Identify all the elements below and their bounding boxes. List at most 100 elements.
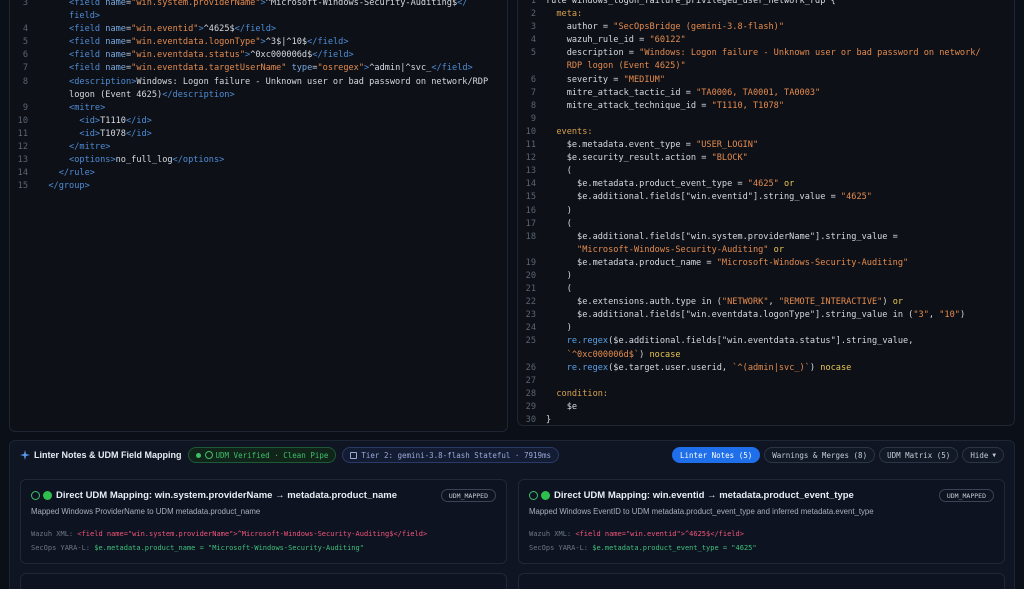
yaral-code-line: 9 bbox=[518, 113, 1014, 126]
yaral-code-line: 2 meta: bbox=[518, 8, 1014, 21]
card-title: Direct UDM Mapping: win.system.providerN… bbox=[31, 490, 397, 501]
linter-panel-title: Linter Notes & UDM Field Mapping bbox=[34, 450, 182, 460]
line-number bbox=[518, 60, 546, 73]
line-content: $e.extensions.auth.type in ("NETWORK", "… bbox=[577, 297, 904, 308]
line-content: $e.metadata.product_event_type = "4625" … bbox=[577, 179, 795, 190]
tier-badge: Tier 2: gemini-3.8-flash Stateful · 7919… bbox=[342, 447, 560, 463]
udm-mapped-tag: UDM_MAPPED bbox=[938, 489, 994, 502]
line-number: 4 bbox=[22, 24, 28, 35]
line-number: 11 bbox=[17, 128, 28, 139]
line-content: rule windows_logon_failure_privileged_us… bbox=[546, 0, 836, 6]
udm-mapped-tag: UDM_MAPPED bbox=[440, 489, 496, 502]
yaral-code-line: 15 $e.additional.fields["win.eventid"].s… bbox=[518, 191, 1014, 204]
line-content: re.regex($e.target.user.userid, `^(admin… bbox=[566, 362, 852, 373]
wazuh-xml-row: Wazuh XML: <field name="win.system.provi… bbox=[31, 530, 427, 538]
yaral-code-line: 28 condition: bbox=[518, 388, 1014, 401]
line-content: mitre_attack_technique_id = "T1110, T107… bbox=[566, 100, 785, 111]
mapping-card-peek bbox=[518, 573, 1005, 589]
line-number: 30 bbox=[525, 415, 536, 425]
line-content: </mitre> bbox=[69, 142, 111, 153]
line-content: mitre_attack_tactic_id = "TA0006, TA0001… bbox=[566, 87, 821, 98]
yaral-code-line: 16 ) bbox=[518, 205, 1014, 218]
line-number: 10 bbox=[17, 115, 28, 126]
line-number: 22 bbox=[525, 297, 536, 308]
line-number: 25 bbox=[525, 336, 536, 347]
line-content: <field name="win.system.providerName">^M… bbox=[69, 0, 468, 8]
line-content: </rule> bbox=[58, 168, 95, 179]
line-content: ( bbox=[566, 284, 572, 295]
hide-button[interactable]: Hide ▼ bbox=[962, 447, 1004, 463]
line-content: </group> bbox=[48, 181, 90, 192]
wazuh-code-line: 11 <id>T1078</id> bbox=[10, 128, 507, 141]
line-number: 6 bbox=[530, 74, 536, 85]
yaral-code-line: 22 $e.extensions.auth.type in ("NETWORK"… bbox=[518, 296, 1014, 309]
wazuh-xml-editor[interactable]: 3 <field name="win.system.providerName">… bbox=[9, 0, 508, 432]
line-content: ) bbox=[566, 205, 572, 216]
check-circle-icon bbox=[204, 451, 213, 459]
secops-value: $e.metadata.product_event_type = "4625" bbox=[592, 544, 757, 552]
tab-udm-matrix[interactable]: UDM Matrix (5) bbox=[879, 447, 959, 463]
line-content: `^0xc000006d$`) nocase bbox=[566, 349, 681, 360]
line-content: condition: bbox=[556, 388, 609, 399]
line-content: <field name="win.eventdata.status">^0xc0… bbox=[69, 50, 354, 61]
line-content: description = "Windows: Logon failure - … bbox=[566, 48, 981, 59]
line-content: ( bbox=[566, 166, 572, 177]
line-content: meta: bbox=[556, 9, 583, 20]
wazuh-code-line: 9 <mitre> bbox=[10, 102, 507, 115]
line-content: re.regex($e.additional.fields["win.event… bbox=[566, 336, 914, 347]
line-content: ( bbox=[566, 218, 572, 229]
check-circle-icon bbox=[31, 491, 40, 500]
line-number: 17 bbox=[525, 218, 536, 229]
status-dot-icon bbox=[195, 452, 201, 458]
tab-linter-notes[interactable]: Linter Notes (5) bbox=[672, 447, 761, 463]
yaral-code-line: 4 wazuh_rule_id = "60122" bbox=[518, 34, 1014, 47]
line-number: 29 bbox=[525, 401, 536, 412]
line-content: <field name="win.eventdata.targetUserNam… bbox=[69, 63, 473, 74]
yaral-code-line: RDP logon (Event 4625)" bbox=[518, 60, 1014, 73]
secops-label: SecOps YARA-L: bbox=[31, 544, 91, 552]
yaral-code-line: 30} bbox=[518, 414, 1014, 425]
line-number: 13 bbox=[17, 155, 28, 166]
line-number: 3 bbox=[22, 0, 28, 8]
card-title: Direct UDM Mapping: win.eventid → metada… bbox=[529, 490, 854, 501]
yaral-code-line: 12 $e.security_result.action = "BLOCK" bbox=[518, 152, 1014, 165]
line-content: logon (Event 4625)</description> bbox=[69, 89, 235, 100]
line-number: 5 bbox=[22, 37, 28, 48]
wazuh-code-line: 13 <options>no_full_log</options> bbox=[10, 154, 507, 167]
green-status-icon bbox=[541, 491, 550, 500]
line-content: <id>T1110</id> bbox=[79, 115, 152, 126]
line-number: 11 bbox=[525, 140, 536, 151]
line-number: 8 bbox=[22, 76, 28, 87]
line-content: $e.metadata.product_name = "Microsoft-Wi… bbox=[577, 257, 909, 268]
tab-warnings-merges[interactable]: Warnings & Merges (8) bbox=[764, 447, 876, 463]
line-content: events: bbox=[556, 126, 593, 137]
sparkle-icon bbox=[20, 450, 30, 460]
yaral-code-line: "Microsoft-Windows-Security-Auditing" or bbox=[518, 244, 1014, 257]
wazuh-code-line: 12 </mitre> bbox=[10, 141, 507, 154]
wazuh-code-line: 6 <field name="win.eventdata.status">^0x… bbox=[10, 49, 507, 62]
wazuh-code-line: 8 <description>Windows: Logon failure - … bbox=[10, 76, 507, 89]
green-status-icon bbox=[43, 491, 52, 500]
line-number: 13 bbox=[525, 166, 536, 177]
wazuh-code-line: 3 <field name="win.system.providerName">… bbox=[10, 0, 507, 10]
yaral-code-line: 8 mitre_attack_technique_id = "T1110, T1… bbox=[518, 100, 1014, 113]
yaral-code-line: 17 ( bbox=[518, 218, 1014, 231]
line-content: author = "SecOpsBridge (gemini-3.8-flash… bbox=[566, 22, 785, 33]
line-number: 24 bbox=[525, 323, 536, 334]
yaral-code-line: 23 $e.additional.fields["win.eventdata.l… bbox=[518, 309, 1014, 322]
line-number: 18 bbox=[525, 231, 536, 242]
yaral-code-line: 10 events: bbox=[518, 126, 1014, 139]
card-title-text: Direct UDM Mapping: win.eventid → metada… bbox=[554, 490, 854, 501]
yaral-code-line: 3 author = "SecOpsBridge (gemini-3.8-fla… bbox=[518, 21, 1014, 34]
secops-label: SecOps YARA-L: bbox=[529, 544, 589, 552]
wazuh-label: Wazuh XML: bbox=[529, 530, 572, 538]
line-number: 26 bbox=[525, 362, 536, 373]
yaral-code-line: 5 description = "Windows: Logon failure … bbox=[518, 47, 1014, 60]
line-content: $e.security_result.action = "BLOCK" bbox=[566, 153, 748, 164]
line-number: 12 bbox=[17, 142, 28, 153]
yaral-code-line: 1 rule windows_logon_failure_privileged_u… bbox=[518, 0, 1014, 8]
yaral-editor[interactable]: 1 rule windows_logon_failure_privileged_u… bbox=[517, 0, 1015, 426]
wazuh-code-line: 14 </rule> bbox=[10, 167, 507, 180]
udm-verified-label: UDM Verified · Clean Pipe bbox=[215, 450, 329, 460]
line-content: <mitre> bbox=[69, 102, 106, 113]
